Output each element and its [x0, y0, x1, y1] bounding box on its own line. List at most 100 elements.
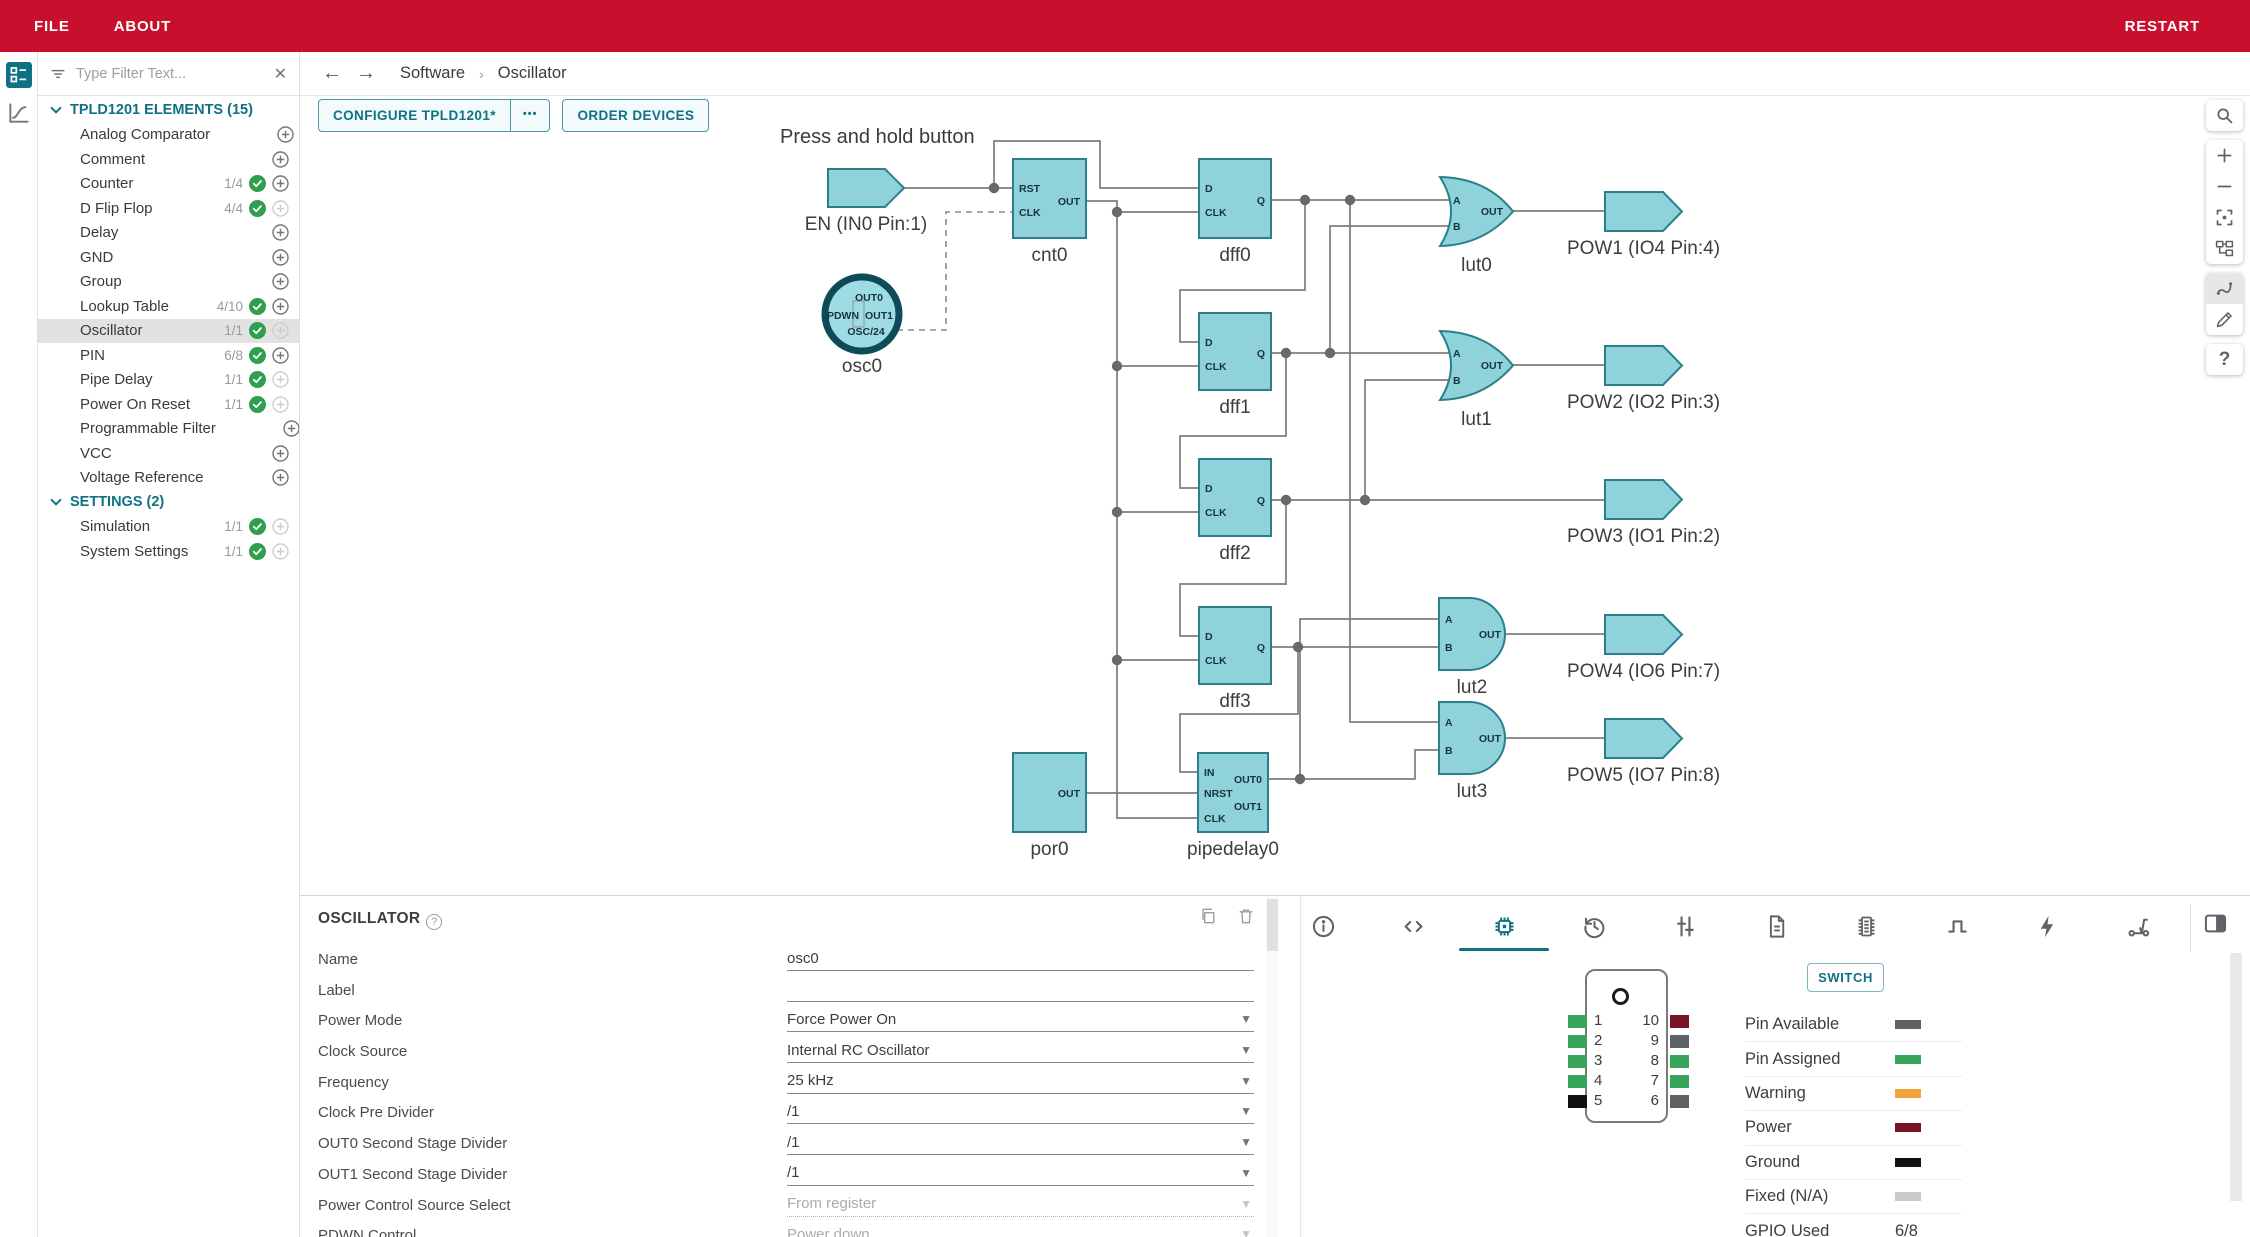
sidebar-item-counter[interactable]: Counter 1/4 — [38, 172, 299, 197]
port-label: RST — [1019, 183, 1041, 195]
tab-file[interactable] — [1754, 906, 1798, 946]
label-field[interactable] — [787, 980, 1254, 998]
help-icon[interactable]: ? — [426, 914, 443, 930]
wire-draw-icon[interactable] — [2206, 304, 2243, 335]
search-icon[interactable] — [2206, 100, 2243, 131]
clock-source-select[interactable]: Internal RC Oscillator ▼ — [787, 1038, 1254, 1064]
breadcrumb-software[interactable]: Software — [400, 64, 465, 83]
add-element-icon[interactable] — [272, 445, 289, 462]
sidebar-item-pipe-delay[interactable]: Pipe Delay 1/1 — [38, 368, 299, 393]
frequency-select[interactable]: 25 kHz ▼ — [787, 1069, 1254, 1094]
breadcrumb-oscillator[interactable]: Oscillator — [498, 64, 567, 83]
chip-pin-7[interactable] — [1670, 1075, 1689, 1088]
clear-filter-icon[interactable]: ✕ — [274, 64, 287, 84]
sidebar-item-voltage-reference[interactable]: Voltage Reference — [38, 466, 299, 491]
tab-memory[interactable] — [1845, 906, 1889, 946]
sidebar-item-group[interactable]: Group — [38, 270, 299, 295]
configure-button[interactable]: CONFIGURE TPLD1201* — [319, 100, 510, 131]
name-field[interactable] — [787, 949, 1254, 967]
usage-count: 1/1 — [224, 323, 243, 339]
node-caption: EN (IN0 Pin:1) — [805, 214, 927, 235]
menu-file[interactable]: FILE — [34, 18, 70, 35]
add-element-icon[interactable] — [272, 224, 289, 241]
clock-pre-divider-select[interactable]: /1 ▼ — [787, 1099, 1254, 1125]
chip-pin-5[interactable] — [1568, 1095, 1587, 1108]
chip-pin-2[interactable] — [1568, 1035, 1587, 1048]
auto-layout-icon[interactable] — [2206, 233, 2243, 264]
node-pow4-io6-pin-7[interactable] — [1604, 614, 1684, 655]
out0-second-stage-divider-select[interactable]: /1 ▼ — [787, 1130, 1254, 1156]
node-caption: POW3 (IO1 Pin:2) — [1567, 526, 1720, 547]
node-pow3-io1-pin-2[interactable] — [1604, 479, 1684, 520]
node-pow5-io7-pin-8[interactable] — [1604, 718, 1684, 759]
tab-history[interactable] — [1573, 906, 1617, 946]
tree-header-settings-2[interactable]: SETTINGS (2) — [38, 490, 299, 515]
tab-scooter[interactable] — [2116, 906, 2160, 946]
more-options-button[interactable]: ••• — [509, 100, 550, 131]
copy-icon[interactable] — [1198, 906, 1218, 931]
out1-second-stage-divider-select[interactable]: /1 ▼ — [787, 1161, 1254, 1186]
menu-about[interactable]: ABOUT — [114, 18, 171, 35]
zoom-in-icon[interactable] — [2206, 140, 2243, 171]
forward-arrow-icon[interactable]: → — [356, 62, 376, 85]
sidebar-item-oscillator[interactable]: Oscillator 1/1 — [38, 318, 299, 343]
sidebar-item-vcc[interactable]: VCC — [38, 441, 299, 466]
tab-flash[interactable] — [2026, 906, 2070, 946]
tab-chip[interactable] — [1482, 906, 1526, 946]
add-element-icon[interactable] — [277, 126, 294, 143]
add-element-icon[interactable] — [283, 420, 299, 437]
tree-header-tpld1201-elements-15[interactable]: TPLD1201 ELEMENTS (15) — [38, 98, 299, 123]
sidebar-item-simulation[interactable]: Simulation 1/1 — [38, 515, 299, 540]
sidebar-item-pin[interactable]: PIN 6/8 — [38, 343, 299, 368]
add-element-icon[interactable] — [272, 249, 289, 266]
help-icon[interactable]: ? — [2206, 344, 2243, 375]
route-icon[interactable] — [2206, 273, 2243, 304]
schematic-canvas[interactable]: Press and hold button EN (IN0 Pin:1) RST CL… — [300, 96, 2250, 895]
node-en-in0-pin-1[interactable] — [827, 168, 906, 208]
add-element-icon[interactable] — [272, 175, 289, 192]
chip-pin-4[interactable] — [1568, 1075, 1587, 1088]
tab-tune[interactable] — [1663, 906, 1707, 946]
switch-button[interactable]: SWITCH — [1807, 963, 1884, 992]
node-pow1-io4-pin-4[interactable] — [1604, 191, 1684, 232]
device-panel-scrollbar[interactable] — [2230, 953, 2242, 1237]
delete-icon[interactable] — [1236, 906, 1256, 931]
properties-scrollbar[interactable] — [1266, 896, 1279, 1237]
fit-view-icon[interactable] — [2206, 202, 2243, 233]
tab-code[interactable] — [1392, 906, 1436, 946]
tab-pulse[interactable] — [1935, 906, 1979, 946]
menu-restart[interactable]: RESTART — [2125, 18, 2200, 35]
order-devices-button[interactable]: ORDER DEVICES — [563, 100, 708, 131]
canvas-toolbar: ? — [2206, 100, 2243, 375]
sidebar-item-power-on-reset[interactable]: Power On Reset 1/1 — [38, 392, 299, 417]
add-element-icon[interactable] — [272, 273, 289, 290]
tab-info[interactable] — [1301, 906, 1345, 946]
chip-pin-9[interactable] — [1670, 1035, 1689, 1048]
check-icon — [260, 420, 277, 437]
back-arrow-icon[interactable]: ← — [322, 62, 342, 85]
chip-pin-10[interactable] — [1670, 1015, 1689, 1028]
elements-icon[interactable] — [5, 62, 32, 88]
add-element-icon[interactable] — [272, 151, 289, 168]
sidebar-item-delay[interactable]: Delay — [38, 221, 299, 246]
sidebar-item-lookup-table[interactable]: Lookup Table 4/10 — [38, 294, 299, 319]
sidebar-item-analog-comparator[interactable]: Analog Comparator — [38, 123, 299, 148]
waveform-icon[interactable] — [6, 100, 32, 126]
sidebar-item-d-flip-flop[interactable]: D Flip Flop 4/4 — [38, 196, 299, 221]
node-pow2-io2-pin-3[interactable] — [1604, 345, 1684, 386]
add-element-icon[interactable] — [272, 469, 289, 486]
power-mode-select[interactable]: Force Power On ▼ — [787, 1007, 1254, 1033]
add-element-icon[interactable] — [272, 347, 289, 364]
sidebar-item-gnd[interactable]: GND — [38, 245, 299, 270]
chip-pin-1[interactable] — [1568, 1015, 1587, 1028]
chip-pin-6[interactable] — [1670, 1095, 1689, 1108]
sidebar-item-programmable-filter[interactable]: Programmable Filter — [38, 417, 299, 442]
chip-pin-8[interactable] — [1670, 1055, 1689, 1068]
chip-pin-3[interactable] — [1568, 1055, 1587, 1068]
sidebar-item-comment[interactable]: Comment — [38, 147, 299, 172]
panel-toggle-icon[interactable] — [2202, 910, 2232, 940]
sidebar-item-system-settings[interactable]: System Settings 1/1 — [38, 539, 299, 564]
add-element-icon[interactable] — [272, 298, 289, 315]
filter-input[interactable] — [76, 65, 270, 82]
zoom-out-icon[interactable] — [2206, 171, 2243, 202]
